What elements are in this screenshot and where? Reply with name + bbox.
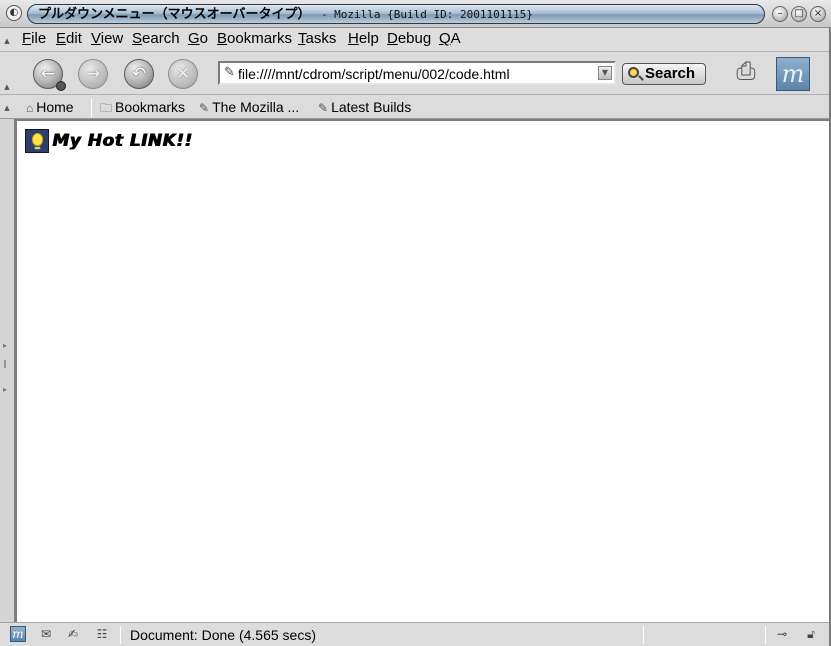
home-label: Home	[36, 99, 74, 115]
window-titlebar: ◐ プルダウンメニュー（マウスオーバータイプ） - Mozilla {Build…	[0, 0, 831, 28]
personal-toolbar: ▲ ⌂ Home 🗀 Bookmarks ✎ The Mozilla ... ✎ Lat…	[0, 96, 831, 119]
bookmarks-label: Bookmarks	[115, 99, 186, 115]
navigation-toolbar: ▲ ← → ↶ ✕ ✎ ▼ Search ⎙ m	[0, 53, 831, 95]
sidebar-grip-icon[interactable]: ‖	[3, 359, 11, 368]
menu-search[interactable]: Search	[132, 30, 180, 48]
sidebar-grip-icon[interactable]: ▸	[3, 385, 11, 394]
stop-button[interactable]: ✕	[168, 59, 198, 89]
close-icon[interactable]: ×	[810, 6, 826, 22]
menubar: ▲ File Edit View Search Go Bookmarks Tas…	[0, 28, 831, 52]
bookmark-mozilla-label: The Mozilla ...	[212, 99, 300, 115]
reload-button[interactable]: ↶	[124, 59, 154, 89]
menu-view[interactable]: View	[91, 30, 123, 48]
maximize-icon[interactable]: □	[791, 6, 807, 22]
toolbar-grip-icon[interactable]: ▲	[0, 37, 14, 45]
back-arrow-icon: ←	[40, 64, 56, 84]
toolbar-grip-icon[interactable]: ▲	[0, 83, 14, 91]
url-bar[interactable]: ✎ ▼	[218, 61, 616, 85]
toolbar-separator	[91, 99, 92, 117]
minimize-icon[interactable]: –	[772, 6, 788, 22]
menu-go[interactable]: Go	[188, 30, 208, 48]
bookmark-latest-builds[interactable]: ✎ Latest Builds	[318, 98, 411, 117]
window-title-main: プルダウンメニュー（マウスオーバータイプ）	[38, 7, 311, 22]
stop-icon: ✕	[175, 64, 191, 84]
search-button-label: Search	[645, 65, 696, 82]
url-input[interactable]	[238, 64, 588, 83]
mozilla-icon[interactable]: m	[10, 626, 26, 642]
status-bar: m ✉ ✍ ☷ Document: Done (4.565 secs) ⊸ 🔓︎	[0, 622, 831, 646]
sidebar-splitter[interactable]: ▸ ‖ ▸	[0, 119, 15, 622]
magnifier-icon	[628, 67, 639, 78]
mail-icon[interactable]: ✉	[35, 626, 57, 642]
window-title-sub: - Mozilla {Build ID: 2001101115}	[320, 8, 533, 21]
search-button[interactable]: Search	[622, 63, 706, 85]
bookmark-latest-builds-label: Latest Builds	[331, 99, 412, 115]
status-separator	[120, 626, 121, 644]
online-plug-icon[interactable]: ⊸	[771, 626, 793, 642]
reload-icon: ↶	[131, 64, 147, 84]
hot-link-text: My Hot LINK!!	[52, 131, 193, 151]
sidebar-grip-icon[interactable]: ▸	[3, 341, 11, 350]
url-history-dropdown-icon[interactable]: ▼	[598, 66, 612, 80]
page-content: My Hot LINK!!	[15, 119, 829, 622]
menu-file[interactable]: File	[22, 30, 46, 48]
status-separator	[765, 626, 766, 644]
mozilla-logo[interactable]: m	[776, 57, 810, 91]
folder-icon: 🗀	[100, 101, 113, 115]
lock-open-icon[interactable]: 🔓︎	[800, 626, 822, 642]
menu-qa[interactable]: QA	[439, 30, 461, 48]
window-title: プルダウンメニュー（マウスオーバータイプ） - Mozilla {Build I…	[27, 4, 765, 24]
mozilla-app-icon[interactable]: ◐	[6, 5, 22, 21]
menu-debug[interactable]: Debug	[387, 30, 431, 48]
composer-icon[interactable]: ✍	[62, 626, 84, 642]
bookmark-mozilla[interactable]: ✎ The Mozilla ...	[199, 98, 299, 117]
page-proxy-icon[interactable]: ✎	[224, 65, 235, 80]
bookmark-icon: ✎	[199, 101, 210, 115]
toolbar-grip-icon[interactable]: ▲	[0, 104, 14, 112]
lightbulb-icon	[25, 129, 49, 153]
menu-edit[interactable]: Edit	[56, 30, 82, 48]
menu-bookmarks[interactable]: Bookmarks	[217, 30, 292, 48]
bookmarks-button[interactable]: 🗀 Bookmarks	[100, 98, 185, 117]
menu-help[interactable]: Help	[348, 30, 379, 48]
menu-tasks[interactable]: Tasks	[298, 30, 336, 48]
back-dropdown-icon[interactable]	[56, 81, 66, 91]
status-separator	[643, 626, 644, 644]
status-text: Document: Done (4.565 secs)	[130, 627, 316, 643]
forward-button[interactable]: →	[78, 59, 108, 89]
home-button[interactable]: ⌂ Home	[26, 98, 74, 117]
bookmark-icon: ✎	[318, 101, 329, 115]
forward-arrow-icon: →	[85, 64, 101, 84]
home-icon: ⌂	[26, 101, 34, 115]
print-icon[interactable]: ⎙	[726, 56, 766, 88]
address-book-icon[interactable]: ☷	[91, 626, 113, 642]
back-button[interactable]: ←	[33, 59, 66, 91]
